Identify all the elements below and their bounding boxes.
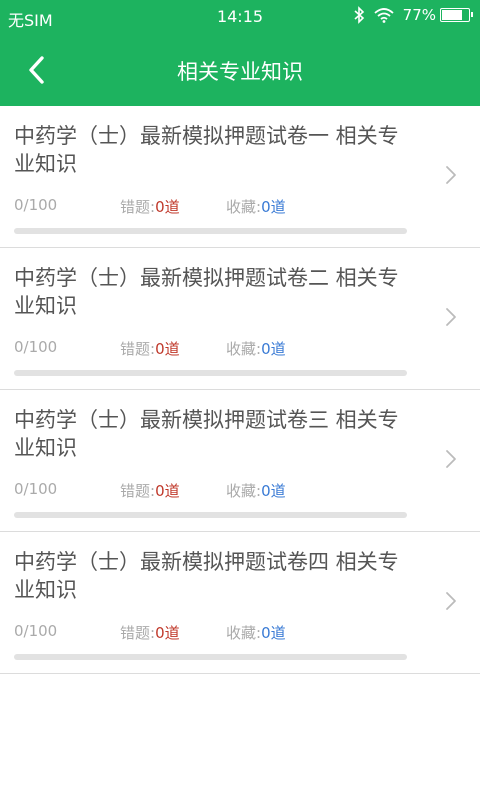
chevron-right-icon xyxy=(446,166,456,184)
favorite-count: 收藏:0道 xyxy=(226,622,286,643)
battery-level xyxy=(442,10,462,20)
progress-count: 0/100 xyxy=(14,622,58,640)
app-header: 无SIM 14:15 77% 相关专业知识 xyxy=(0,0,480,106)
exam-list-item[interactable]: 中药学（士）最新模拟押题试卷三 相关专业知识 0/100 错题:0道 收藏:0道 xyxy=(0,390,480,532)
wrong-count: 错题:0道 xyxy=(120,338,180,359)
wrong-value: 0道 xyxy=(155,340,180,358)
wrong-label: 错题: xyxy=(120,482,156,500)
battery-percent: 77% xyxy=(402,6,436,24)
exam-meta: 0/100 错题:0道 收藏:0道 xyxy=(14,480,414,500)
progress-count: 0/100 xyxy=(14,196,58,214)
exam-list-item[interactable]: 中药学（士）最新模拟押题试卷四 相关专业知识 0/100 错题:0道 收藏:0道 xyxy=(0,532,480,674)
wrong-value: 0道 xyxy=(155,624,180,642)
exam-list: 中药学（士）最新模拟押题试卷一 相关专业知识 0/100 错题:0道 收藏:0道… xyxy=(0,106,480,674)
exam-meta: 0/100 错题:0道 收藏:0道 xyxy=(14,196,414,216)
chevron-right-icon xyxy=(446,308,456,326)
wrong-value: 0道 xyxy=(155,198,180,216)
progress-bar xyxy=(14,370,407,376)
exam-title: 中药学（士）最新模拟押题试卷四 相关专业知识 xyxy=(14,550,399,602)
nav-bar: 相关专业知识 xyxy=(0,34,480,106)
favorite-label: 收藏: xyxy=(226,482,262,500)
progress-count: 0/100 xyxy=(14,480,58,498)
favorite-count: 收藏:0道 xyxy=(226,338,286,359)
wrong-label: 错题: xyxy=(120,340,156,358)
favorite-value: 0道 xyxy=(261,624,286,642)
chevron-right-icon xyxy=(446,450,456,468)
wrong-label: 错题: xyxy=(120,198,156,216)
bluetooth-icon xyxy=(354,6,364,24)
exam-title: 中药学（士）最新模拟押题试卷三 相关专业知识 xyxy=(14,408,399,460)
exam-meta: 0/100 错题:0道 收藏:0道 xyxy=(14,622,414,642)
page-title: 相关专业知识 xyxy=(177,60,303,84)
favorite-value: 0道 xyxy=(261,340,286,358)
chevron-right-icon xyxy=(446,592,456,610)
status-icons: 77% xyxy=(353,6,473,24)
wrong-count: 错题:0道 xyxy=(120,480,180,501)
favorite-label: 收藏: xyxy=(226,198,262,216)
progress-count: 0/100 xyxy=(14,338,58,356)
exam-list-item[interactable]: 中药学（士）最新模拟押题试卷二 相关专业知识 0/100 错题:0道 收藏:0道 xyxy=(0,248,480,390)
exam-title: 中药学（士）最新模拟押题试卷一 相关专业知识 xyxy=(14,124,399,176)
progress-bar xyxy=(14,654,407,660)
battery-icon xyxy=(440,8,473,22)
wrong-label: 错题: xyxy=(120,624,156,642)
favorite-value: 0道 xyxy=(261,482,286,500)
exam-list-item[interactable]: 中药学（士）最新模拟押题试卷一 相关专业知识 0/100 错题:0道 收藏:0道 xyxy=(0,106,480,248)
favorite-count: 收藏:0道 xyxy=(226,480,286,501)
wifi-icon xyxy=(374,8,394,23)
favorite-label: 收藏: xyxy=(226,624,262,642)
progress-bar xyxy=(14,512,407,518)
wrong-count: 错题:0道 xyxy=(120,196,180,217)
exam-meta: 0/100 错题:0道 收藏:0道 xyxy=(14,338,414,358)
wrong-value: 0道 xyxy=(155,482,180,500)
wrong-count: 错题:0道 xyxy=(120,622,180,643)
favorite-label: 收藏: xyxy=(226,340,262,358)
exam-title: 中药学（士）最新模拟押题试卷二 相关专业知识 xyxy=(14,266,399,318)
progress-bar xyxy=(14,228,407,234)
favorite-count: 收藏:0道 xyxy=(226,196,286,217)
favorite-value: 0道 xyxy=(261,198,286,216)
status-bar: 无SIM 14:15 77% xyxy=(0,0,480,34)
